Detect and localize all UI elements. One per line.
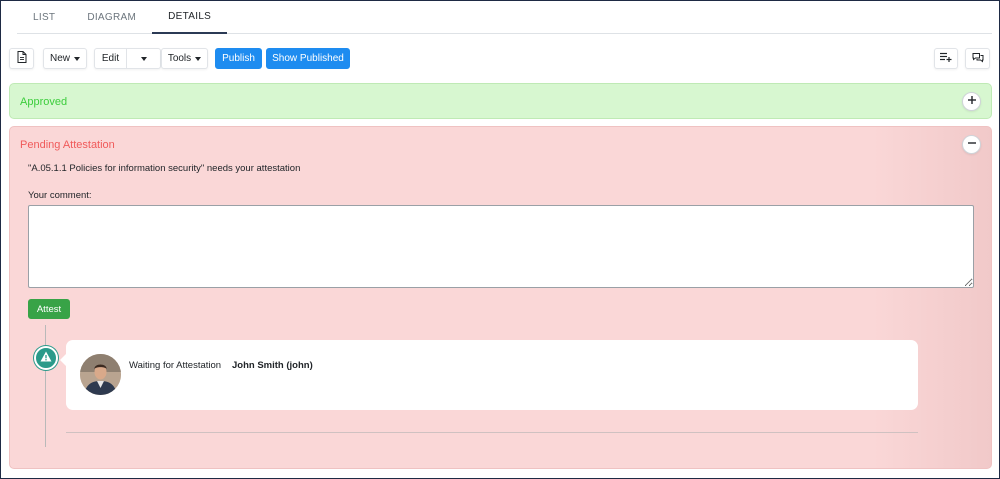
timeline-card: Waiting for Attestation John Smith (john… — [60, 340, 918, 410]
toolbar: New Edit Tools Publish Show Published — [9, 48, 992, 70]
attestation-status: Waiting for Attestation — [129, 360, 222, 371]
new-button-label: New — [49, 53, 70, 64]
edit-button-group: Edit — [94, 48, 161, 69]
collapse-pending-button[interactable] — [962, 135, 981, 154]
expand-approved-button[interactable] — [962, 92, 981, 111]
show-published-button-label: Show Published — [272, 53, 344, 64]
avatar — [80, 354, 121, 395]
divider — [66, 432, 918, 433]
comment-textarea[interactable] — [28, 205, 974, 288]
tab-list[interactable]: LIST — [17, 1, 71, 34]
publish-button-label: Publish — [222, 53, 255, 64]
app-window: LIST DIAGRAM DETAILS New Edit Tools Publ… — [0, 0, 1000, 479]
publish-button[interactable]: Publish — [215, 48, 262, 69]
pending-attestation-section: Pending Attestation "A.05.1.1 Policies f… — [9, 126, 992, 469]
plus-icon — [967, 95, 977, 108]
comment-label: Your comment: — [28, 190, 92, 201]
edit-button[interactable]: Edit — [95, 49, 127, 68]
tab-bar: LIST DIAGRAM DETAILS — [17, 1, 992, 34]
new-button[interactable]: New — [43, 48, 87, 69]
add-to-list-button[interactable] — [934, 48, 958, 69]
tab-details[interactable]: DETAILS — [152, 1, 228, 34]
document-icon — [17, 51, 27, 66]
timeline-marker — [34, 346, 58, 370]
comments-icon — [972, 52, 984, 66]
minus-icon — [967, 138, 977, 151]
approved-section: Approved — [9, 83, 992, 119]
caret-down-icon — [74, 56, 80, 61]
timeline-line — [45, 325, 46, 447]
attest-button[interactable]: Attest — [28, 299, 70, 319]
show-published-button[interactable]: Show Published — [266, 48, 350, 69]
playlist-add-icon — [940, 52, 952, 65]
tab-diagram[interactable]: DIAGRAM — [71, 1, 152, 34]
document-button[interactable] — [9, 48, 34, 69]
attestation-message: "A.05.1.1 Policies for information secur… — [28, 163, 301, 174]
edit-dropdown-toggle[interactable] — [127, 49, 160, 68]
attest-button-label: Attest — [36, 303, 62, 315]
edit-button-label: Edit — [101, 53, 120, 64]
comments-button[interactable] — [965, 48, 990, 69]
tools-button-label: Tools — [167, 53, 192, 64]
pending-attestation-title: Pending Attestation — [20, 139, 115, 151]
caret-down-icon — [195, 56, 202, 61]
tools-button[interactable]: Tools — [161, 48, 208, 69]
approved-title: Approved — [20, 96, 68, 108]
warning-icon — [40, 351, 52, 365]
attestation-user[interactable]: John Smith (john) — [232, 360, 313, 371]
caret-down-icon — [140, 56, 147, 61]
